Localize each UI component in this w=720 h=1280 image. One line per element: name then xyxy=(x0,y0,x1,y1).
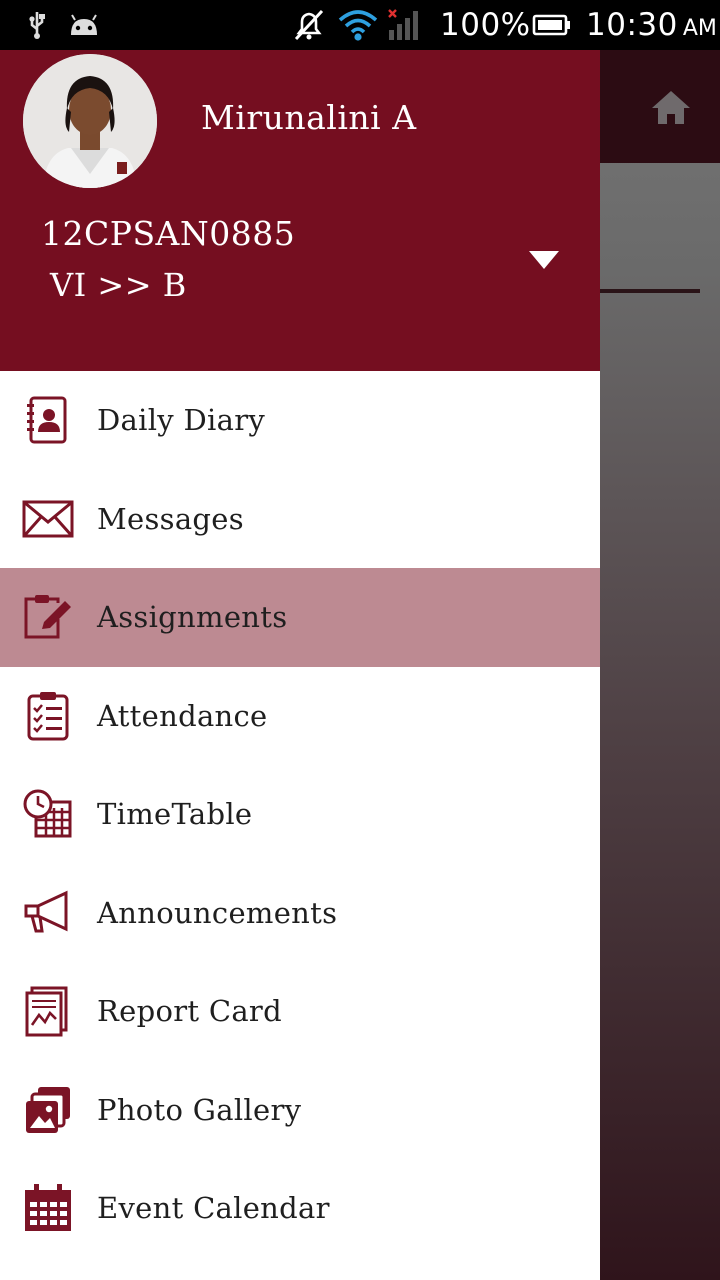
wifi-icon xyxy=(338,0,378,50)
drawer-header: Mirunalini A 12CPSAN0885 VI >> B xyxy=(0,50,600,371)
assignment-edit-icon xyxy=(22,591,74,643)
battery-percent: 100% xyxy=(440,7,531,43)
profile-id: 12CPSAN0885 xyxy=(41,214,296,253)
no-signal-icon xyxy=(386,0,422,50)
menu-item-label: Daily Diary xyxy=(97,403,266,438)
menu-item-label: TimeTable xyxy=(97,797,253,832)
photo-gallery-icon xyxy=(22,1084,74,1136)
menu-item-label: Messages xyxy=(97,501,244,536)
menu-item-label: Announcements xyxy=(97,895,338,930)
menu-item-label: Event Calendar xyxy=(97,1191,330,1226)
envelope-icon xyxy=(22,493,74,545)
menu-item-label: Attendance xyxy=(97,698,268,733)
clock-calendar-icon xyxy=(22,788,74,840)
avatar[interactable] xyxy=(23,54,157,188)
background-toolbar xyxy=(600,50,720,163)
account-dropdown-button[interactable] xyxy=(518,240,570,280)
menu-item-announcements[interactable]: Announcements xyxy=(0,864,600,963)
menu-item-label: Assignments xyxy=(97,600,288,635)
diary-icon xyxy=(22,394,74,446)
background-app-scrim[interactable] xyxy=(600,50,720,1280)
battery-icon xyxy=(532,0,572,50)
clock: 10:30 AM xyxy=(586,7,717,43)
background-tab-indicator xyxy=(600,289,700,293)
status-bar: 100% 10:30 AM xyxy=(0,0,720,50)
triangle-down-icon xyxy=(529,251,559,269)
menu-item-assignments[interactable]: Assignments xyxy=(0,568,600,667)
checklist-icon xyxy=(22,690,74,742)
menu-item-timetable[interactable]: TimeTable xyxy=(0,765,600,864)
calendar-icon xyxy=(22,1182,74,1234)
menu-item-attendance[interactable]: Attendance xyxy=(0,667,600,766)
menu-item-event-calendar[interactable]: Event Calendar xyxy=(0,1159,600,1258)
menu-item-report-card[interactable]: Report Card xyxy=(0,962,600,1061)
report-chart-icon xyxy=(22,985,74,1037)
android-icon xyxy=(68,0,100,50)
menu-item-daily-diary[interactable]: Daily Diary xyxy=(0,371,600,470)
menu-item-label: Report Card xyxy=(97,994,282,1029)
usb-icon xyxy=(26,0,48,50)
menu-item-messages[interactable]: Messages xyxy=(0,470,600,569)
drawer-menu: Daily Diary Messages Assignments Attenda… xyxy=(0,371,600,1258)
mute-icon xyxy=(292,0,326,50)
home-icon xyxy=(650,88,692,130)
profile-class: VI >> B xyxy=(50,266,187,304)
megaphone-icon xyxy=(22,887,74,939)
menu-item-label: Photo Gallery xyxy=(97,1092,302,1127)
menu-item-photo-gallery[interactable]: Photo Gallery xyxy=(0,1061,600,1160)
navigation-drawer: Mirunalini A 12CPSAN0885 VI >> B Daily D… xyxy=(0,50,600,1280)
profile-name: Mirunalini A xyxy=(201,98,417,137)
